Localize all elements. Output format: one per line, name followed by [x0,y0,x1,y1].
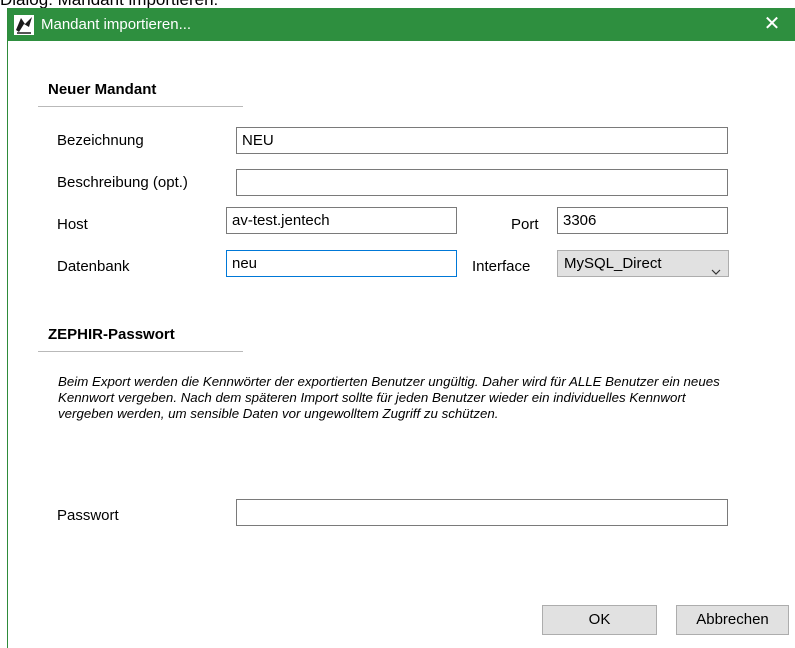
host-field[interactable] [226,207,457,234]
datenbank-label: Datenbank [57,258,130,275]
window-title: Mandant importieren... [41,16,192,33]
cancel-button[interactable]: Abbrechen [676,605,789,635]
close-icon: ✕ [763,13,781,35]
port-field[interactable] [557,207,728,234]
zephir-app-icon [14,15,34,35]
password-info-text: Beim Export werden die Kennwörter der ex… [58,374,720,421]
interface-dropdown[interactable]: MySQL_Direct [557,250,729,277]
bezeichnung-label: Bezeichnung [57,132,144,149]
passwort-field[interactable] [236,499,728,526]
port-label: Port [511,216,539,233]
ok-button[interactable]: OK [542,605,657,635]
datenbank-field[interactable] [226,250,457,277]
passwort-label: Passwort [57,507,119,524]
bezeichnung-field[interactable] [236,127,728,154]
section-divider [38,351,243,352]
chevron-down-icon [711,259,721,275]
title-bar: Mandant importieren... ✕ [8,8,795,41]
beschreibung-label: Beschreibung (opt.) [57,174,188,191]
host-label: Host [57,216,88,233]
beschreibung-field[interactable] [236,169,728,196]
import-client-dialog: Mandant importieren... ✕ Neuer Mandant B… [7,8,795,648]
section-heading-new-client: Neuer Mandant [48,81,157,98]
interface-selected-value: MySQL_Direct [564,255,662,272]
close-button[interactable]: ✕ [749,8,795,41]
section-divider [38,106,243,107]
section-heading-password: ZEPHIR-Passwort [48,326,175,343]
interface-label: Interface [472,258,531,275]
